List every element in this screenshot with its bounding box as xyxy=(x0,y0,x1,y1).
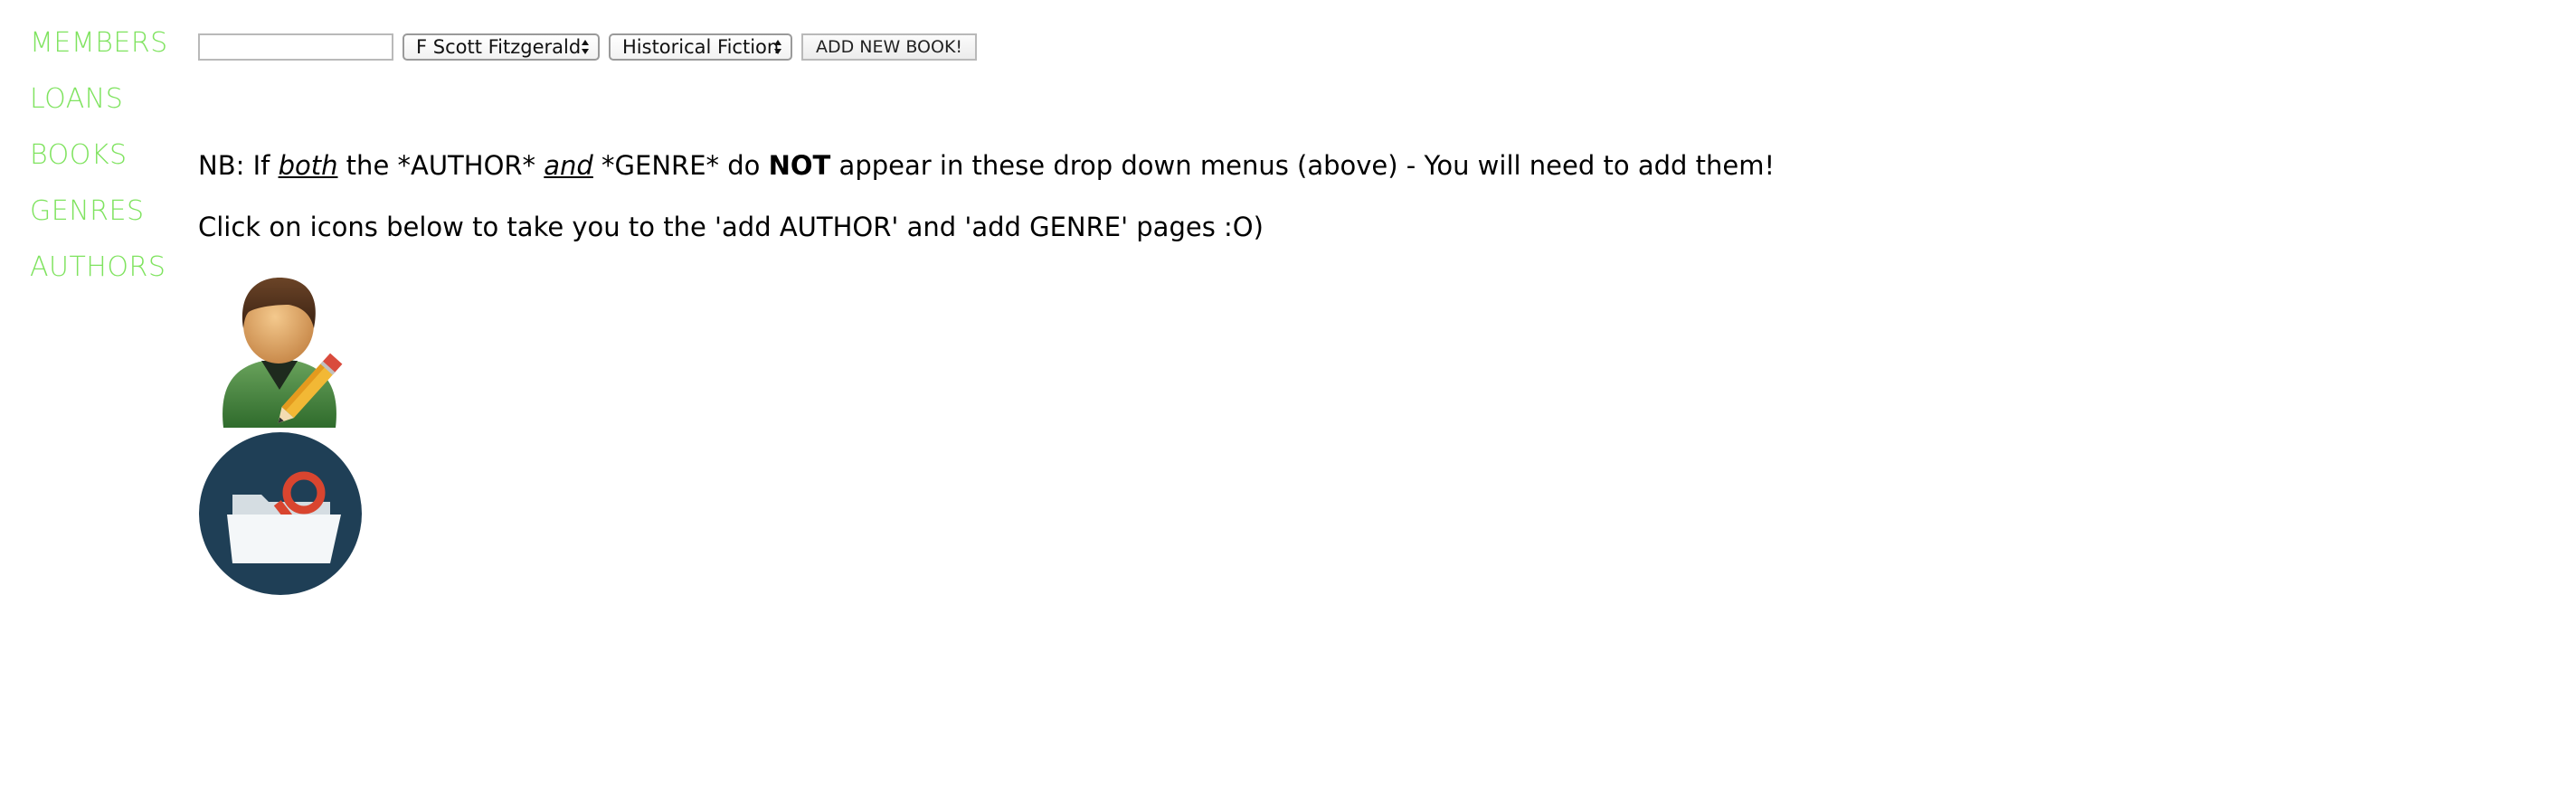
note-not: NOT xyxy=(768,150,831,181)
note-mid2: *GENRE* do xyxy=(592,150,769,181)
nav-link-authors[interactable]: AUTHORS xyxy=(30,251,175,284)
add-book-form: F Scott Fitzgerald Historical Fiction AD… xyxy=(198,31,2576,63)
author-select-value: F Scott Fitzgerald xyxy=(416,36,582,58)
add-genre-icon xyxy=(199,432,362,595)
nav-link-members[interactable]: MEMBERS xyxy=(30,27,175,60)
note-and: and xyxy=(544,150,593,181)
icon-links xyxy=(198,272,365,596)
instructions-text: Click on icons below to take you to the … xyxy=(198,212,1264,242)
add-genre-link[interactable] xyxy=(198,431,363,596)
nav-link-genres[interactable]: GENRES xyxy=(30,195,175,228)
note-mid1: the *AUTHOR* xyxy=(337,150,545,181)
book-title-input[interactable] xyxy=(198,33,393,61)
note-text: NB: If both the *AUTHOR* and *GENRE* do … xyxy=(198,149,2576,182)
note-prefix: NB: If xyxy=(198,150,279,181)
nav-link-loans[interactable]: LOANS xyxy=(30,83,175,116)
select-arrows-icon xyxy=(774,40,781,54)
note-both: both xyxy=(278,150,338,181)
note-suffix: appear in these drop down menus (above) … xyxy=(830,150,1776,181)
author-select[interactable]: F Scott Fitzgerald xyxy=(402,33,600,61)
add-author-link[interactable] xyxy=(198,272,363,431)
sidebar-nav: MEMBERS LOANS BOOKS GENRES AUTHORS xyxy=(30,27,175,307)
main-content: F Scott Fitzgerald Historical Fiction AD… xyxy=(198,31,2576,596)
nav-link-books[interactable]: BOOKS xyxy=(30,139,175,172)
add-author-icon xyxy=(223,278,343,428)
genre-select-value: Historical Fiction xyxy=(622,36,780,58)
add-new-book-button[interactable]: ADD NEW BOOK! xyxy=(801,33,978,61)
genre-select[interactable]: Historical Fiction xyxy=(609,33,792,61)
select-arrows-icon xyxy=(582,40,589,54)
